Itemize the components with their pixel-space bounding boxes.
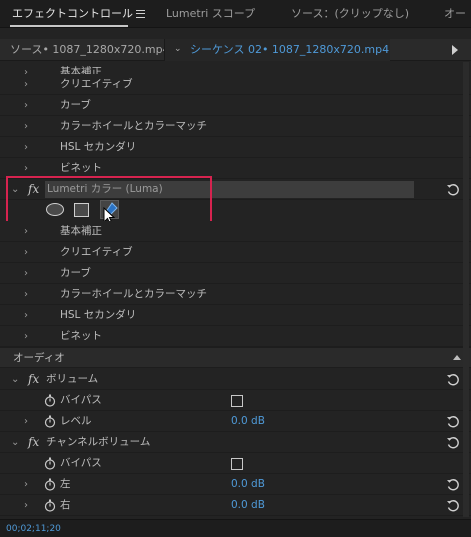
property-label: ビネット: [60, 330, 102, 342]
tab-effect-controls[interactable]: エフェクトコントロール: [12, 0, 133, 28]
property-row[interactable]: › クリエイティブ: [0, 242, 471, 263]
property-row[interactable]: › クリエイティブ: [0, 74, 471, 95]
property-label: 基本補正: [60, 225, 102, 237]
property-label: カーブ: [60, 99, 91, 111]
chevron-right-icon[interactable]: ›: [24, 221, 28, 242]
effect-header-volume[interactable]: ⌄ fx ボリューム: [0, 369, 471, 390]
effect-header-channel-volume[interactable]: ⌄ fx チャンネルボリューム: [0, 432, 471, 453]
reset-icon[interactable]: [446, 415, 459, 428]
section-title: オーディオ: [13, 352, 65, 364]
panel-menu-icon[interactable]: [136, 10, 145, 18]
tab-audio[interactable]: オー: [444, 0, 466, 28]
reset-icon[interactable]: [446, 436, 459, 449]
source-clip-label[interactable]: ソース• 1087_1280x720.mp4: [10, 39, 170, 61]
property-row-left[interactable]: › 左 0.0 dB: [0, 474, 471, 495]
fx-icon[interactable]: fx: [28, 432, 39, 453]
chevron-down-icon[interactable]: ⌄: [11, 432, 19, 453]
collapse-up-icon[interactable]: [453, 355, 461, 360]
chevron-right-icon[interactable]: ›: [24, 474, 28, 495]
chevron-right-icon[interactable]: ›: [24, 305, 28, 326]
stopwatch-icon[interactable]: [44, 478, 56, 491]
property-row[interactable]: › カラーホイールとカラーマッチ: [0, 116, 471, 137]
vertical-scrollbar[interactable]: [463, 62, 469, 517]
stopwatch-icon[interactable]: [44, 415, 56, 428]
chevron-right-icon[interactable]: ›: [24, 95, 28, 116]
right-value[interactable]: 0.0 dB: [231, 495, 265, 516]
active-tab-underline: [10, 25, 128, 27]
left-value[interactable]: 0.0 dB: [231, 474, 265, 495]
audio-section-header[interactable]: オーディオ: [0, 347, 471, 368]
property-label: HSL セカンダリ: [60, 309, 137, 321]
sequence-clip-label[interactable]: シーケンス 02• 1087_1280x720.mp4: [190, 39, 389, 61]
tab-lumetri-scopes[interactable]: Lumetri スコープ: [166, 0, 255, 28]
property-row[interactable]: › カラーホイールとカラーマッチ: [0, 284, 471, 305]
property-label: カラーホイールとカラーマッチ: [60, 120, 207, 132]
annotation-highlight-box: [6, 176, 212, 225]
bypass-checkbox[interactable]: [231, 458, 243, 470]
property-row-right[interactable]: › 右 0.0 dB: [0, 495, 471, 516]
panel-tab-bar: エフェクトコントロール Lumetri スコープ ソース：(クリップなし) オー: [0, 0, 471, 28]
property-row[interactable]: › HSL セカンダリ: [0, 305, 471, 326]
chevron-right-icon[interactable]: ›: [24, 326, 28, 347]
reset-icon[interactable]: [446, 373, 459, 386]
property-label: 左: [60, 478, 71, 490]
stopwatch-icon[interactable]: [44, 499, 56, 512]
property-label: クリエイティブ: [60, 78, 133, 90]
property-row[interactable]: › 基本補正: [0, 221, 471, 242]
clip-selector-bar: ソース• 1087_1280x720.mp4 ⌄ シーケンス 02• 1087_…: [0, 39, 471, 61]
level-value[interactable]: 0.0 dB: [231, 411, 265, 432]
property-label: HSL セカンダリ: [60, 141, 137, 153]
property-row[interactable]: › ビネット: [0, 326, 471, 347]
property-label: クリエイティブ: [60, 246, 133, 258]
chevron-right-icon[interactable]: ›: [24, 263, 28, 284]
playhead-timecode[interactable]: 00;02;11;20: [6, 520, 61, 537]
bypass-checkbox[interactable]: [231, 395, 243, 407]
property-label: 右: [60, 499, 71, 511]
effect-name: ボリューム: [46, 373, 99, 385]
stopwatch-icon[interactable]: [44, 457, 56, 470]
chevron-down-icon[interactable]: ⌄: [174, 44, 182, 54]
chevron-right-icon[interactable]: ›: [24, 116, 28, 137]
property-row[interactable]: › カーブ: [0, 263, 471, 284]
chevron-down-icon[interactable]: ⌄: [11, 369, 19, 390]
stopwatch-icon[interactable]: [44, 394, 56, 407]
property-row-bypass: バイパス: [0, 390, 471, 411]
property-label: レベル: [60, 415, 92, 427]
property-label: カラーホイールとカラーマッチ: [60, 288, 207, 300]
chevron-right-icon[interactable]: ›: [24, 284, 28, 305]
property-row[interactable]: › カーブ: [0, 95, 471, 116]
effect-name: チャンネルボリューム: [46, 436, 151, 448]
chevron-right-icon[interactable]: ›: [24, 411, 28, 432]
chevron-right-icon[interactable]: ›: [24, 137, 28, 158]
property-row-bypass: バイパス: [0, 453, 471, 474]
property-row-level[interactable]: › レベル 0.0 dB: [0, 411, 471, 432]
property-label: バイパス: [60, 394, 102, 406]
reset-icon[interactable]: [446, 499, 459, 512]
status-bar: 00;02;11;20: [0, 519, 471, 537]
property-label: バイパス: [60, 457, 102, 469]
reset-icon[interactable]: [446, 478, 459, 491]
chevron-right-icon[interactable]: ›: [24, 495, 28, 516]
tab-source[interactable]: ソース：(クリップなし): [291, 0, 409, 28]
chevron-right-icon[interactable]: ›: [24, 242, 28, 263]
show-timeline-icon[interactable]: [452, 45, 458, 55]
property-label: カーブ: [60, 267, 91, 279]
fx-icon[interactable]: fx: [28, 369, 39, 390]
property-row[interactable]: › HSL セカンダリ: [0, 137, 471, 158]
chevron-right-icon[interactable]: ›: [24, 74, 28, 95]
reset-icon[interactable]: [446, 183, 459, 196]
